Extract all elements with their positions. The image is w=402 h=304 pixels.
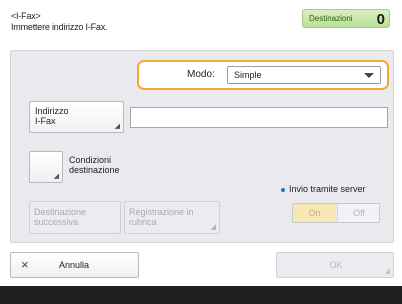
chevron-down-icon bbox=[364, 73, 374, 78]
mode-value: Simple bbox=[234, 70, 262, 80]
ifax-address-label-line1: Indirizzo bbox=[35, 106, 69, 116]
ifax-address-input[interactable] bbox=[130, 107, 388, 128]
close-icon: × bbox=[21, 257, 29, 272]
next-destination-label-line1: Destinazione bbox=[34, 207, 87, 217]
server-send-off-button[interactable]: Off bbox=[337, 204, 379, 222]
server-send-on-label: On bbox=[308, 208, 321, 218]
server-send-label: Invio tramite server bbox=[289, 184, 366, 194]
destination-conditions-button[interactable]: ◢ bbox=[29, 151, 63, 183]
register-in-address-book-button[interactable]: Registrazione in rubrica ◢ bbox=[124, 201, 220, 234]
ifax-address-button[interactable]: Indirizzo I-Fax ◢ bbox=[29, 101, 124, 133]
ifax-address-button-label: Indirizzo I-Fax bbox=[35, 106, 75, 126]
register-address-book-label-line2: rubrica bbox=[129, 217, 157, 227]
corner-arrow-icon: ◢ bbox=[114, 123, 120, 130]
next-destination-label: Destinazione successiva bbox=[34, 207, 120, 227]
mode-select[interactable]: Simple bbox=[227, 66, 381, 84]
corner-arrow-icon: ◢ bbox=[384, 268, 390, 275]
destinations-count: 0 bbox=[376, 11, 385, 28]
destination-conditions-label: Condizioni destinazione bbox=[69, 155, 120, 175]
mode-row: Modo: Simple bbox=[137, 60, 389, 90]
app-title: <I-Fax> bbox=[11, 11, 41, 21]
destinations-counter-button[interactable]: Destinazioni 0 bbox=[302, 9, 390, 28]
corner-arrow-icon: ◢ bbox=[53, 173, 59, 180]
bullet-icon bbox=[281, 188, 285, 192]
ok-button[interactable]: OK ◢ bbox=[276, 252, 394, 278]
destination-conditions-label-line1: Condizioni bbox=[69, 155, 112, 165]
ifax-address-label-line2: I-Fax bbox=[35, 116, 56, 126]
next-destination-button[interactable]: Destinazione successiva bbox=[29, 201, 121, 234]
cancel-button-label: Annulla bbox=[59, 260, 90, 270]
next-destination-label-line2: successiva bbox=[34, 217, 79, 227]
register-address-book-label-line1: Registrazione in bbox=[129, 207, 194, 217]
ok-button-label: OK bbox=[329, 260, 343, 270]
destinations-label: Destinazioni bbox=[309, 14, 353, 23]
register-address-book-label: Registrazione in rubrica bbox=[129, 207, 217, 227]
corner-arrow-icon: ◢ bbox=[210, 224, 216, 231]
screen-instruction: Immettere indirizzo I-Fax. bbox=[11, 22, 108, 32]
destination-conditions-label-line2: destinazione bbox=[69, 165, 120, 175]
server-send-toggle: On Off bbox=[292, 203, 380, 223]
server-send-on-button[interactable]: On bbox=[293, 204, 336, 222]
cancel-button[interactable]: × Annulla bbox=[10, 252, 139, 278]
server-send-off-label: Off bbox=[353, 208, 365, 218]
status-bar bbox=[0, 286, 402, 304]
mode-label: Modo: bbox=[187, 69, 215, 80]
